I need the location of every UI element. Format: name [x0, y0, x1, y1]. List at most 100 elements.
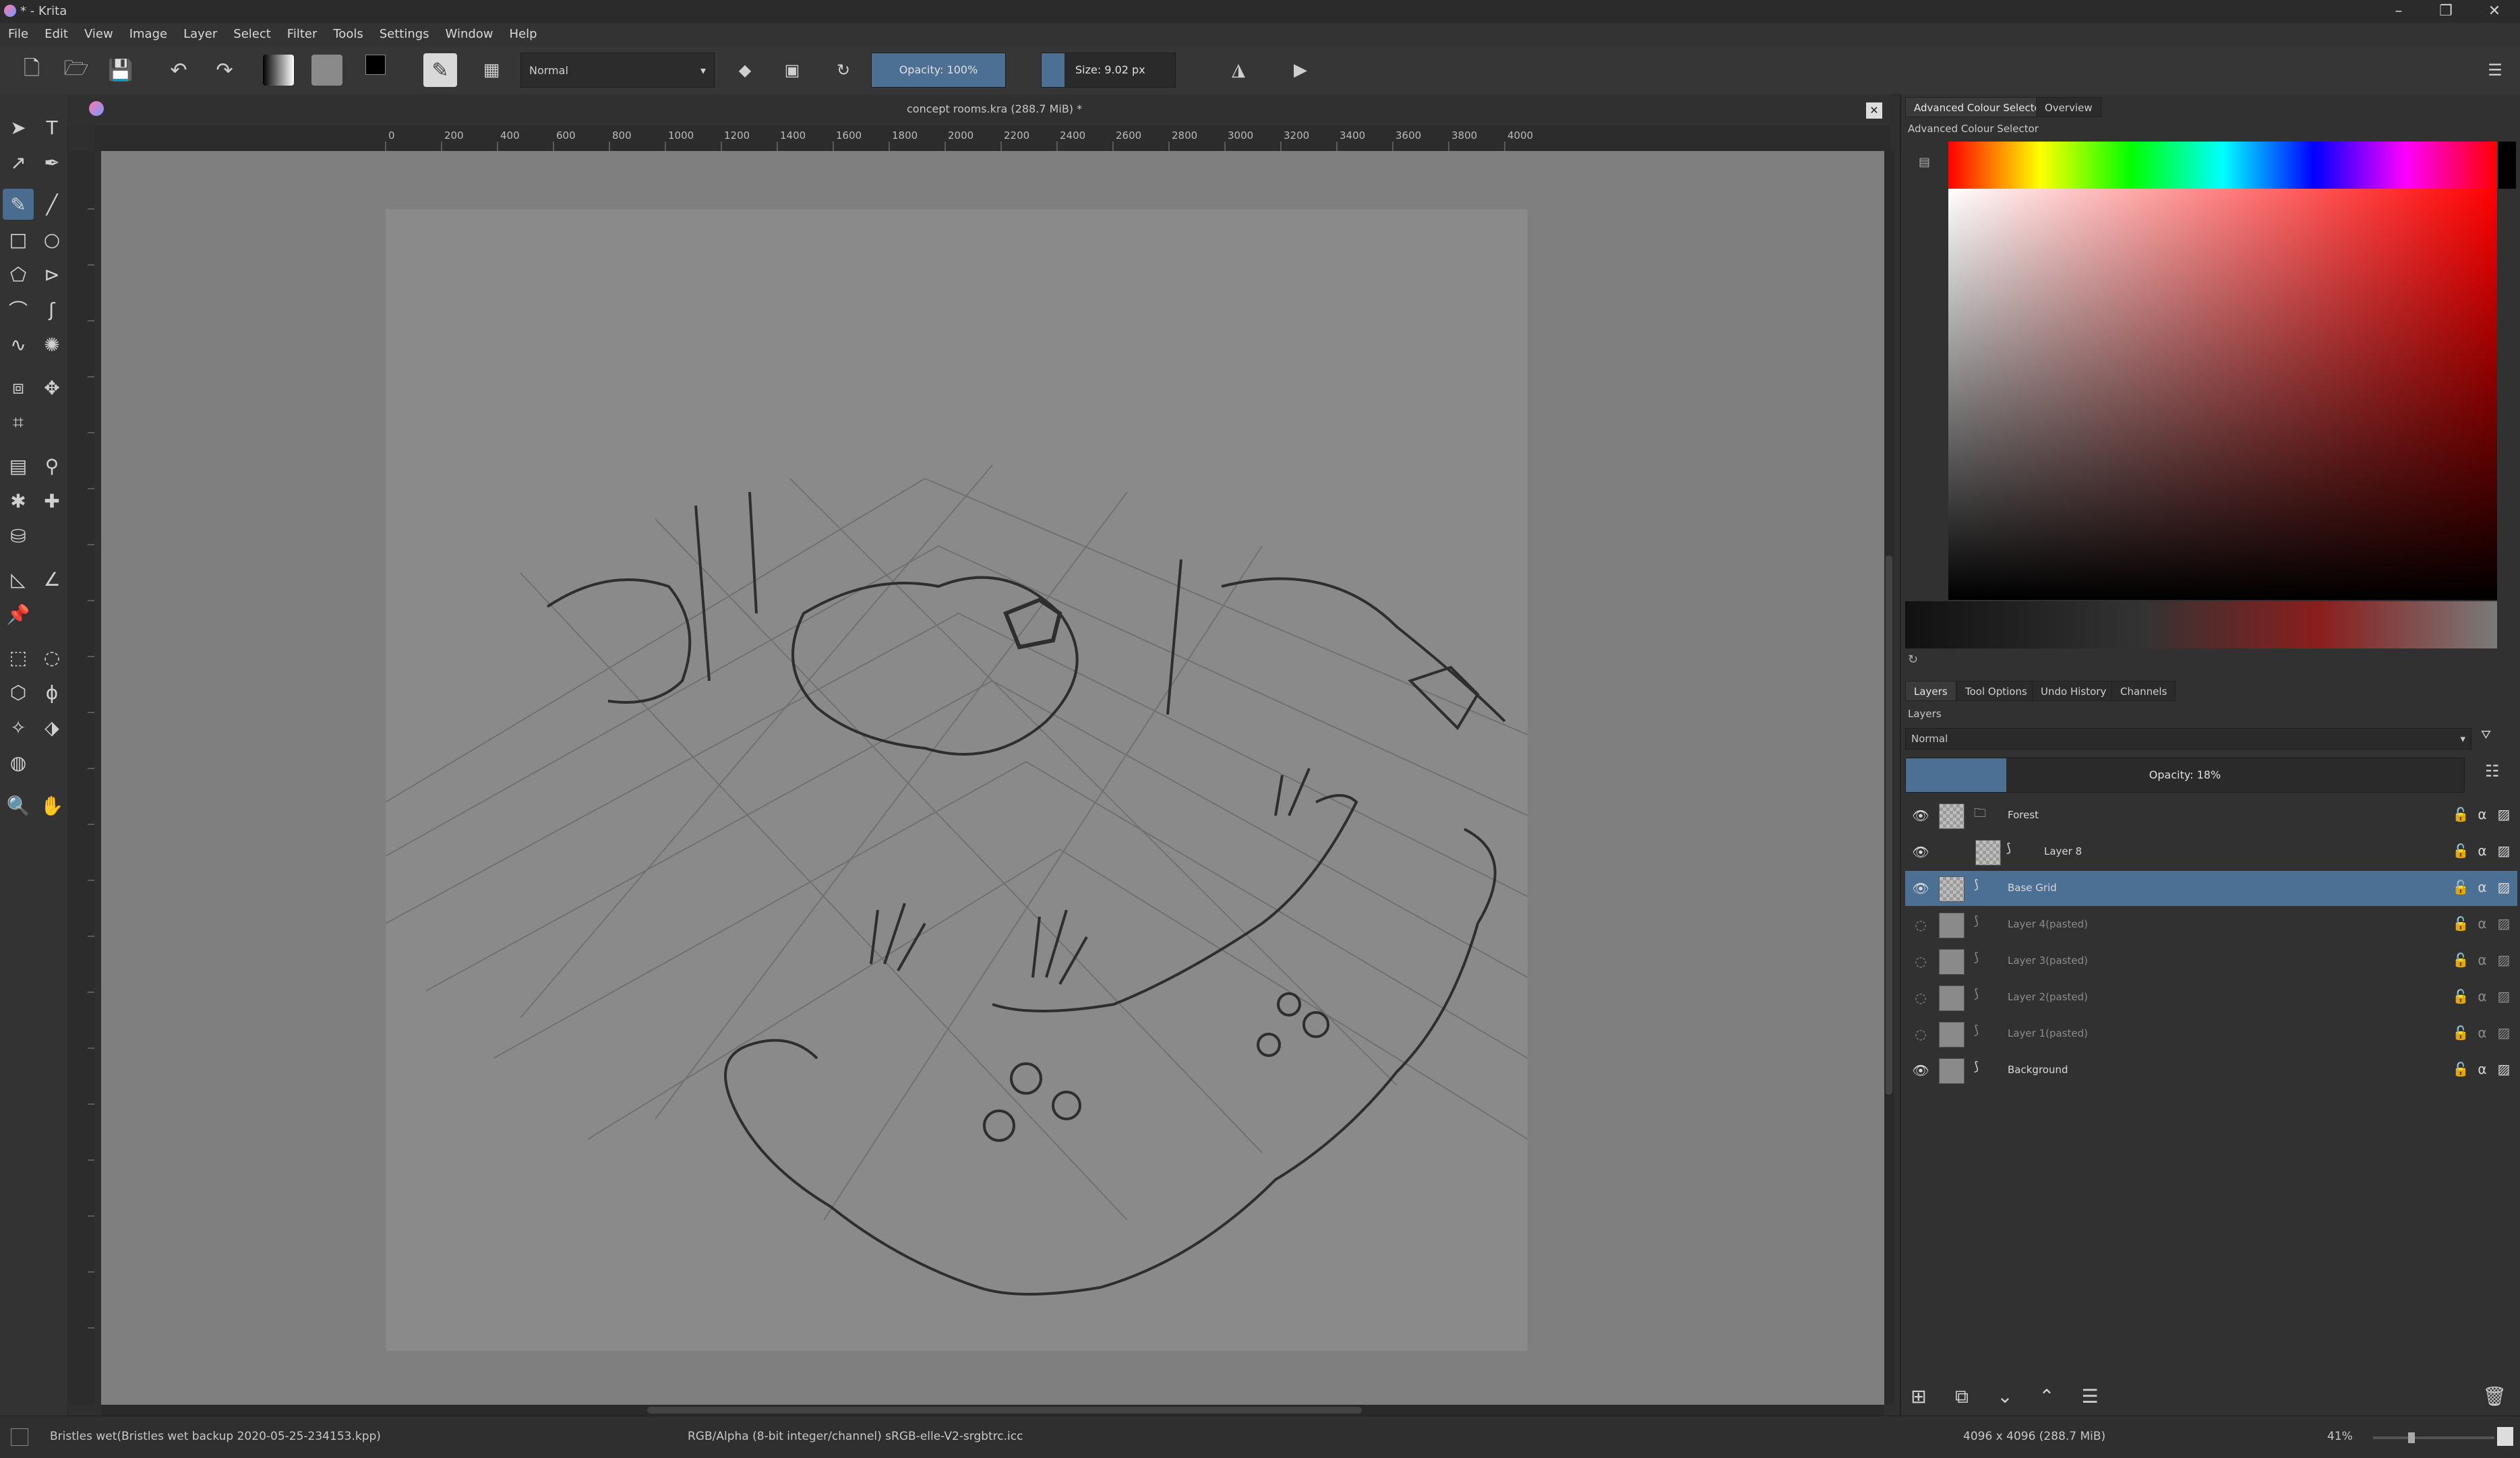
menu-help[interactable]: Help: [502, 23, 545, 46]
lock-icon[interactable]: 🔓: [2450, 915, 2471, 932]
close-document-icon[interactable]: ✕: [1866, 102, 1882, 119]
alpha-icon[interactable]: α: [2471, 1025, 2493, 1041]
inherit-alpha-icon[interactable]: ▨: [2493, 988, 2515, 1004]
lock-icon[interactable]: 🔓: [2450, 806, 2471, 822]
add-layer-icon[interactable]: ⊞: [1905, 1383, 1932, 1410]
hue-strip[interactable]: [1948, 142, 2497, 189]
inherit-alpha-icon[interactable]: ▨: [2493, 952, 2515, 968]
smart-patch-icon[interactable]: ✚: [36, 485, 67, 516]
colorize-mask-icon[interactable]: ✱: [3, 485, 34, 516]
text-tool-icon[interactable]: T: [36, 112, 67, 143]
menu-window[interactable]: Window: [438, 23, 502, 46]
select-shapes-icon[interactable]: ➤: [3, 112, 34, 143]
layer-row[interactable]: 👁 ⟆ Layer 8 🔓 α ▨: [1905, 834, 2517, 870]
inherit-alpha-icon[interactable]: ▨: [2493, 1025, 2515, 1041]
tab-undo-history[interactable]: Undo History: [2032, 681, 2116, 701]
similar-select-icon[interactable]: ⬗: [36, 712, 67, 743]
lock-icon[interactable]: 🔓: [2450, 1061, 2471, 1077]
color-sampler-icon[interactable]: ⚲: [36, 450, 67, 481]
alpha-icon[interactable]: α: [2471, 1061, 2493, 1077]
menu-file[interactable]: File: [0, 23, 36, 46]
close-window-icon[interactable]: ✕: [2476, 1, 2513, 22]
fill-tool-icon[interactable]: ⛁: [3, 520, 34, 551]
inherit-alpha-icon[interactable]: ▨: [2493, 915, 2515, 932]
hidden-eye-icon[interactable]: ◌: [1912, 1026, 1929, 1042]
alpha-icon[interactable]: α: [2471, 952, 2493, 968]
undo-icon[interactable]: ↶: [162, 53, 196, 87]
open-document-icon[interactable]: 🗁: [59, 53, 93, 87]
fg-bg-color-icon[interactable]: [364, 53, 398, 87]
tab-overview[interactable]: Overview: [2036, 97, 2101, 117]
move-layer-up-icon[interactable]: ⌃: [2033, 1383, 2060, 1410]
opacity-slider[interactable]: Opacity: 100%: [871, 53, 1006, 88]
zoom-slider-handle[interactable]: [2408, 1432, 2415, 1443]
menu-edit[interactable]: Edit: [36, 23, 76, 46]
layer-row[interactable]: ◌ ⟆ Layer 1(pasted) 🔓 α ▨: [1905, 1016, 2517, 1052]
visible-eye-icon[interactable]: 👁: [1912, 1062, 1929, 1079]
rect-select-icon[interactable]: ⬚: [3, 642, 34, 673]
freehand-path-icon[interactable]: ʃ: [36, 294, 67, 325]
workspace-icon[interactable]: ▦: [475, 53, 508, 87]
edit-shapes-icon[interactable]: ↗: [3, 147, 34, 178]
inherit-alpha-icon[interactable]: ▨: [2493, 843, 2515, 859]
horizontal-scrollbar[interactable]: [101, 1405, 1884, 1416]
lock-icon[interactable]: 🔓: [2450, 843, 2471, 859]
tab-channels[interactable]: Channels: [2111, 681, 2176, 701]
layer-row[interactable]: ◌ ⟆ Layer 2(pasted) 🔓 α ▨: [1905, 980, 2517, 1015]
layer-properties-icon[interactable]: ☷: [2485, 762, 2512, 789]
colour-history-strip[interactable]: [1905, 601, 2497, 648]
layer-row[interactable]: ◌ ⟆ Layer 4(pasted) 🔓 α ▨: [1905, 907, 2517, 942]
menu-view[interactable]: View: [76, 23, 121, 46]
layer-row-selected[interactable]: 👁 ⟆ Base Grid 🔓 α ▨: [1905, 871, 2517, 906]
save-document-icon[interactable]: 💾: [104, 53, 138, 87]
ellipse-tool-icon[interactable]: ○: [36, 224, 67, 255]
preserve-alpha-icon[interactable]: ▣: [775, 53, 809, 87]
assistant-tool-icon[interactable]: ◺: [3, 564, 34, 595]
layer-blend-mode-select[interactable]: Normal ▾: [1905, 728, 2471, 750]
filter-layers-icon[interactable]: ⛛: [2481, 728, 2508, 748]
layer-row[interactable]: 👁 ⟆ Background 🔓 α ▨: [1905, 1053, 2517, 1088]
inherit-alpha-icon[interactable]: ▨: [2493, 1061, 2515, 1077]
size-slider[interactable]: Size: 9.02 px: [1041, 53, 1176, 88]
vertical-scrollbar[interactable]: [1884, 151, 1894, 1405]
menu-tools[interactable]: Tools: [325, 23, 371, 46]
calligraphy-icon[interactable]: ✒: [36, 147, 67, 178]
transform-tool-icon[interactable]: ⧈: [3, 372, 34, 403]
contiguous-select-icon[interactable]: ✧: [3, 712, 34, 743]
docker-menu-icon[interactable]: ☰: [2478, 53, 2512, 87]
hidden-eye-icon[interactable]: ◌: [1912, 917, 1929, 933]
polygon-select-icon[interactable]: ⬡: [3, 677, 34, 708]
inherit-alpha-icon[interactable]: ▨: [2493, 806, 2515, 822]
tab-layers[interactable]: Layers: [1905, 681, 1956, 701]
duplicate-layer-icon[interactable]: ⧉: [1948, 1383, 1975, 1410]
redo-icon[interactable]: ↷: [208, 53, 241, 87]
pattern-picker-icon[interactable]: [311, 55, 342, 86]
blend-mode-select[interactable]: Normal ▾: [520, 53, 715, 88]
visible-eye-icon[interactable]: 👁: [1912, 808, 1929, 824]
polyline-tool-icon[interactable]: ⊳: [36, 259, 67, 290]
line-tool-icon[interactable]: ╱: [36, 189, 67, 220]
menu-image[interactable]: Image: [121, 23, 175, 46]
alpha-icon[interactable]: α: [2471, 915, 2493, 932]
multibrush-icon[interactable]: ✺: [36, 329, 67, 360]
maximize-icon[interactable]: ❐: [2427, 1, 2465, 22]
mirror-vertical-icon[interactable]: ▶: [1284, 53, 1317, 87]
measure-tool-icon[interactable]: ∠: [36, 564, 67, 595]
alpha-icon[interactable]: α: [2471, 988, 2493, 1004]
lock-icon[interactable]: 🔓: [2450, 952, 2471, 968]
menu-select[interactable]: Select: [225, 23, 279, 46]
hidden-eye-icon[interactable]: ◌: [1912, 990, 1929, 1006]
dynamic-brush-icon[interactable]: ∿: [3, 329, 34, 360]
mirror-horizontal-icon[interactable]: ◮: [1222, 53, 1255, 87]
delete-layer-icon[interactable]: 🗑: [2481, 1383, 2508, 1410]
alpha-icon[interactable]: α: [2471, 806, 2493, 822]
layer-row[interactable]: ◌ ⟆ Layer 3(pasted) 🔓 α ▨: [1905, 944, 2517, 979]
rectangle-tool-icon[interactable]: □: [3, 224, 34, 255]
pan-tool-icon[interactable]: ✋: [36, 790, 67, 821]
alpha-icon[interactable]: α: [2471, 879, 2493, 895]
vertical-scroll-handle[interactable]: [1886, 555, 1892, 1095]
alpha-icon[interactable]: α: [2471, 843, 2493, 859]
horizontal-scroll-handle[interactable]: [647, 1407, 1362, 1414]
polygon-tool-icon[interactable]: ⬠: [3, 259, 34, 290]
lock-icon[interactable]: 🔓: [2450, 1025, 2471, 1041]
